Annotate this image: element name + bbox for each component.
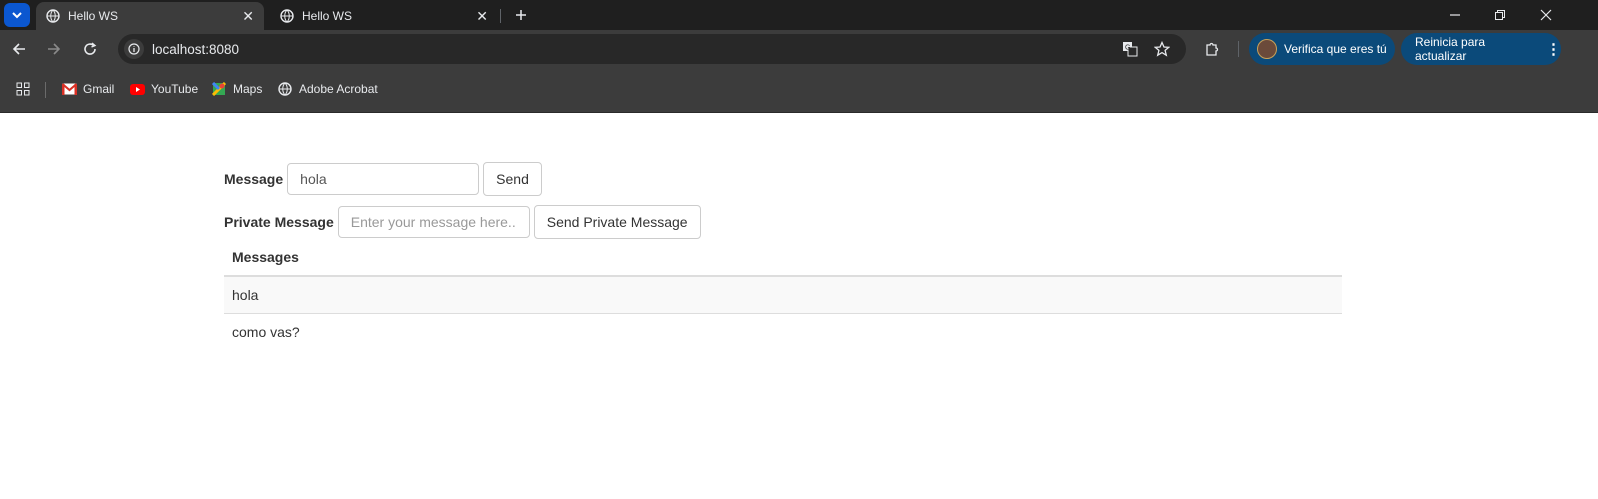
new-tab-button[interactable] <box>510 4 532 26</box>
send-private-message-button[interactable]: Send Private Message <box>533 205 701 239</box>
reload-icon <box>84 42 97 55</box>
url-text: localhost:8080 <box>152 42 240 57</box>
bookmark-label: Adobe Acrobat <box>299 82 378 96</box>
close-icon <box>1540 9 1552 21</box>
private-message-input[interactable] <box>337 206 530 238</box>
tab-hello-ws-1[interactable]: Hello WS ✕ <box>36 2 264 30</box>
restore-icon <box>1495 10 1505 20</box>
tab-divider <box>500 9 501 23</box>
apps-grid-icon <box>16 82 30 96</box>
bookmark-youtube[interactable]: YouTube <box>129 82 198 96</box>
messages-table: Messages hola como vas? <box>224 241 1342 350</box>
table-row: hola <box>224 275 1342 314</box>
bookmark-label: Gmail <box>83 82 115 96</box>
back-button[interactable] <box>9 39 29 59</box>
close-window-button[interactable] <box>1536 6 1556 24</box>
gmail-icon <box>61 82 77 96</box>
site-info-icon[interactable] <box>124 39 144 59</box>
close-tab-icon[interactable]: ✕ <box>476 8 488 25</box>
youtube-icon <box>129 82 145 96</box>
bookmarks-divider <box>45 82 46 98</box>
bookmarks-bar: Gmail YouTube Maps Adobe Acrobat <box>0 68 1598 113</box>
minimize-button[interactable] <box>1445 6 1465 24</box>
toolbar-divider <box>1238 41 1239 57</box>
tab-title: Hello WS <box>68 9 119 23</box>
table-row: como vas? <box>224 313 1342 350</box>
profile-verify-button[interactable]: Verifica que eres tú <box>1249 33 1395 65</box>
send-button[interactable]: Send <box>483 162 542 196</box>
globe-icon <box>277 82 293 96</box>
message-cell: como vas? <box>224 313 1342 350</box>
tab-strip: Hello WS ✕ Hello WS ✕ <box>0 0 1598 30</box>
maps-icon <box>211 82 227 96</box>
chevron-down-icon <box>12 12 22 19</box>
private-message-form: Private Message Send Private Message <box>224 205 701 239</box>
tab-search-button[interactable] <box>4 3 30 27</box>
private-message-label: Private Message <box>224 214 334 230</box>
tab-hello-ws-2[interactable]: Hello WS ✕ <box>270 2 498 30</box>
puzzle-icon <box>1206 42 1219 56</box>
message-label: Message <box>224 171 284 187</box>
bookmark-label: YouTube <box>151 82 199 96</box>
browser-chrome: Hello WS ✕ Hello WS ✕ localhost:8080 G V… <box>0 0 1598 113</box>
toolbar: localhost:8080 G Verifica que eres tú Re… <box>0 30 1598 68</box>
arrow-left-icon <box>12 43 25 55</box>
translate-icon[interactable]: G <box>1121 40 1139 58</box>
svg-text:G: G <box>1125 45 1130 52</box>
message-form: Message Send <box>224 162 542 196</box>
profile-pill-label: Verifica que eres tú <box>1284 42 1387 56</box>
star-icon[interactable] <box>1153 40 1171 58</box>
bookmark-label: Maps <box>233 82 263 96</box>
more-vert-icon[interactable]: ⋮ <box>1546 40 1561 58</box>
message-cell: hola <box>224 275 1342 314</box>
forward-button[interactable] <box>44 39 64 59</box>
avatar <box>1257 39 1277 59</box>
extensions-button[interactable] <box>1202 39 1222 59</box>
tab-title: Hello WS <box>302 9 353 23</box>
globe-icon <box>280 9 294 23</box>
globe-icon <box>46 9 60 23</box>
bookmark-adobe-acrobat[interactable]: Adobe Acrobat <box>277 82 378 96</box>
restore-button[interactable] <box>1490 6 1510 24</box>
arrow-right-icon <box>48 43 61 55</box>
bookmark-gmail[interactable]: Gmail <box>61 82 114 96</box>
minimize-icon <box>1450 14 1460 16</box>
address-bar[interactable]: localhost:8080 G <box>118 34 1186 64</box>
reload-button[interactable] <box>80 39 100 59</box>
update-pill-label: Reinicia para actualizar <box>1415 35 1486 63</box>
close-tab-icon[interactable]: ✕ <box>242 8 254 25</box>
messages-header: Messages <box>224 241 1342 277</box>
plus-icon <box>516 10 526 20</box>
apps-button[interactable] <box>16 82 30 96</box>
update-button[interactable]: Reinicia para actualizar ⋮ <box>1401 33 1561 65</box>
bookmark-maps[interactable]: Maps <box>211 82 262 96</box>
message-input[interactable] <box>287 163 480 195</box>
